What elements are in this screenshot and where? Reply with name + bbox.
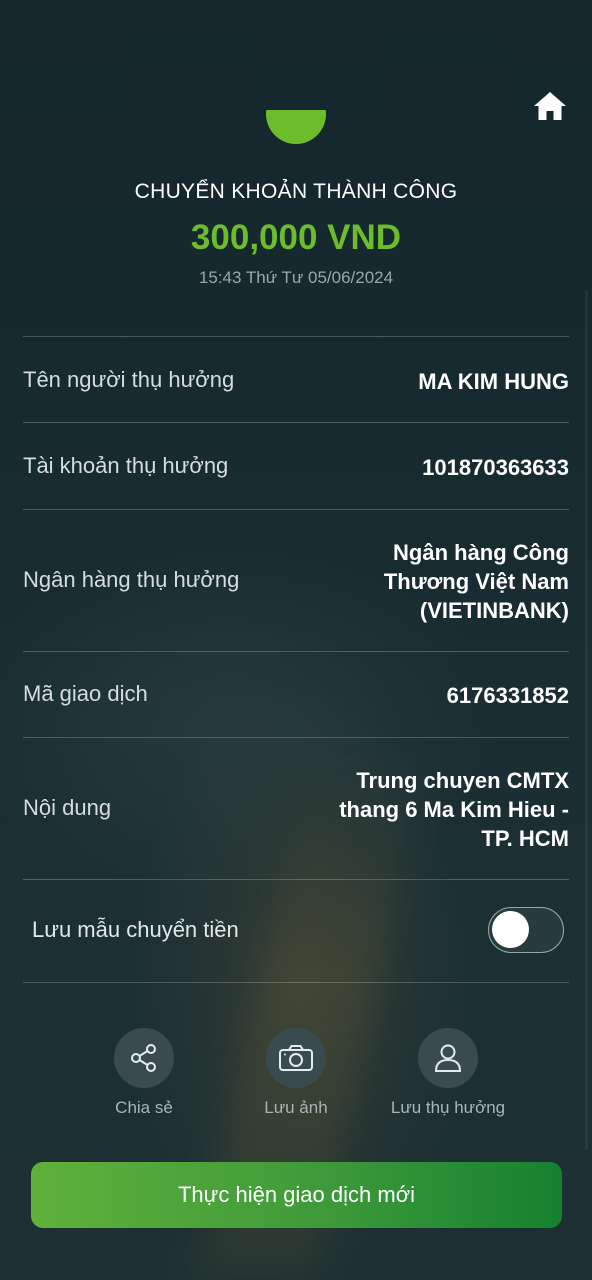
save-template-label: Lưu mẫu chuyển tiền <box>32 917 239 942</box>
camera-icon-circle <box>266 1028 326 1088</box>
share-icon <box>131 1044 156 1072</box>
divider <box>23 422 569 423</box>
divider <box>23 982 569 983</box>
save-image-button[interactable]: Lưu ảnh <box>226 1028 366 1118</box>
share-label: Chia sẻ <box>115 1098 173 1117</box>
beneficiary-account-value: 101870363633 <box>422 455 569 480</box>
home-button[interactable] <box>532 88 568 124</box>
divider <box>23 509 569 510</box>
toggle-knob <box>492 911 529 948</box>
beneficiary-name-label: Tên người thụ hưởng <box>23 367 235 392</box>
new-transaction-button[interactable]: Thực hiện giao dịch mới <box>31 1162 562 1228</box>
save-beneficiary-button[interactable]: Lưu thụ hưởng <box>378 1028 518 1118</box>
divider <box>23 737 569 738</box>
transfer-content-value: Trung chuyen CMTX thang 6 Ma Kim Hieu - … <box>339 768 569 851</box>
save-beneficiary-label: Lưu thụ hưởng <box>390 1098 506 1117</box>
transfer-content-label: Nội dung <box>23 795 112 820</box>
transaction-code-label: Mã giao dịch <box>23 681 148 706</box>
divider <box>23 651 569 652</box>
beneficiary-account-label: Tài khoản thụ hưởng <box>23 453 229 478</box>
transaction-code-value: 6176331852 <box>446 683 569 708</box>
user-icon-circle <box>418 1028 478 1088</box>
camera-icon <box>279 1045 313 1071</box>
user-icon <box>434 1044 462 1072</box>
share-button[interactable]: Chia sẻ <box>74 1028 214 1118</box>
beneficiary-bank-value: Ngân hàng Công Thương Việt Nam (VIETINBA… <box>383 540 569 623</box>
beneficiary-name-value: MA KIM HUNG <box>418 369 569 394</box>
divider <box>23 879 569 880</box>
beneficiary-bank-label: Ngân hàng thụ hưởng <box>23 567 240 592</box>
share-icon-circle <box>114 1028 174 1088</box>
divider <box>23 336 569 337</box>
save-image-label: Lưu ảnh <box>264 1098 328 1117</box>
scrollbar[interactable] <box>585 290 588 1150</box>
transfer-status-title: CHUYỂN KHOẢN THÀNH CÔNG <box>134 180 458 203</box>
transfer-amount: 300,000 VND <box>190 218 402 257</box>
success-indicator <box>266 110 326 150</box>
save-template-toggle[interactable] <box>488 907 564 953</box>
home-icon <box>534 92 566 120</box>
transfer-datetime: 15:43 Thứ Tư 05/06/2024 <box>198 268 394 287</box>
